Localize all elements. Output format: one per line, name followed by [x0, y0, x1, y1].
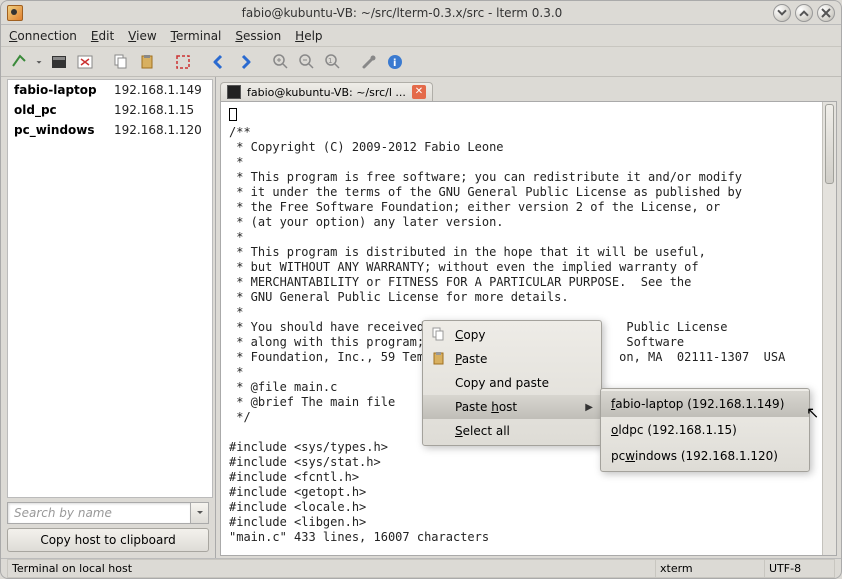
search-input[interactable]: Search by name — [7, 502, 191, 524]
tab-bar: fabio@kubuntu-VB: ~/src/l ... ✕ — [216, 77, 841, 101]
minimize-button[interactable] — [773, 4, 791, 22]
menu-help[interactable]: Help — [295, 29, 322, 43]
host-name: fabio-laptop — [14, 83, 114, 97]
zoom-out-button[interactable] — [295, 50, 319, 74]
paste-icon — [431, 351, 447, 367]
ctx-paste-host[interactable]: Paste host ▶ — [423, 395, 601, 419]
search-box[interactable]: Search by name — [7, 502, 209, 524]
tab-terminal[interactable]: fabio@kubuntu-VB: ~/src/l ... ✕ — [220, 82, 433, 101]
menu-connection[interactable]: Connection — [9, 29, 77, 43]
content-area: fabio@kubuntu-VB: ~/src/l ... ✕ /** * Co… — [216, 77, 841, 558]
host-row[interactable]: old_pc 192.168.1.15 — [8, 100, 212, 120]
sidebar: fabio-laptop 192.168.1.149 old_pc 192.16… — [1, 77, 216, 558]
menubar: Connection Edit View Terminal Session He… — [1, 25, 841, 47]
zoom-in-button[interactable] — [269, 50, 293, 74]
fullscreen-button[interactable] — [171, 50, 195, 74]
search-dropdown-icon[interactable] — [191, 502, 209, 524]
host-name: old_pc — [14, 103, 114, 117]
terminal-scrollbar[interactable] — [822, 102, 836, 555]
close-button[interactable] — [817, 4, 835, 22]
ctx-label: Select all — [455, 424, 593, 438]
copy-icon — [431, 327, 447, 343]
submenu-host-oldpc[interactable]: oldpc (192.168.1.15) — [601, 417, 809, 443]
status-terminal-type: xterm — [655, 559, 765, 578]
go-forward-button[interactable] — [233, 50, 257, 74]
host-ip: 192.168.1.120 — [114, 123, 202, 137]
status-encoding: UTF-8 — [765, 559, 835, 578]
ctx-label: Paste host — [455, 400, 577, 414]
context-menu[interactable]: Copy Paste Copy and paste Paste host ▶ S… — [422, 320, 602, 446]
paste-host-submenu[interactable]: fabio-laptop (192.168.1.149) oldpc (192.… — [600, 388, 810, 472]
host-ip: 192.168.1.15 — [114, 103, 194, 117]
terminal-icon — [227, 85, 241, 99]
maximize-button[interactable] — [795, 4, 813, 22]
copy-host-button[interactable]: Copy host to clipboard — [7, 528, 209, 552]
ctx-label: Paste — [455, 352, 593, 366]
submenu-host-fabio-laptop[interactable]: fabio-laptop (192.168.1.149) — [601, 391, 809, 417]
statusbar: Terminal on local host xterm UTF-8 — [1, 558, 841, 578]
svg-text:i: i — [393, 58, 396, 69]
host-name: pc_windows — [14, 123, 114, 137]
paste-button[interactable] — [135, 50, 159, 74]
zoom-reset-button[interactable]: 1 — [321, 50, 345, 74]
about-button[interactable]: i — [383, 50, 407, 74]
host-list[interactable]: fabio-laptop 192.168.1.149 old_pc 192.16… — [7, 79, 213, 498]
menu-view[interactable]: View — [128, 29, 156, 43]
menu-session[interactable]: Session — [235, 29, 281, 43]
connect-button[interactable] — [7, 50, 31, 74]
close-tab-button[interactable] — [73, 50, 97, 74]
ctx-copy-paste[interactable]: Copy and paste — [423, 371, 601, 395]
copy-button[interactable] — [109, 50, 133, 74]
preferences-button[interactable] — [357, 50, 381, 74]
titlebar[interactable]: fabio@kubuntu-VB: ~/src/lterm-0.3.x/src … — [1, 1, 841, 25]
tab-close-button[interactable]: ✕ — [412, 85, 426, 99]
ctx-label: Copy — [455, 328, 593, 342]
status-message: Terminal on local host — [7, 559, 655, 578]
terminal-button[interactable] — [47, 50, 71, 74]
menu-edit[interactable]: Edit — [91, 29, 114, 43]
app-window: fabio@kubuntu-VB: ~/src/lterm-0.3.x/src … — [0, 0, 842, 579]
toolbar: 1 i — [1, 47, 841, 77]
host-row[interactable]: pc_windows 192.168.1.120 — [8, 120, 212, 140]
host-row[interactable]: fabio-laptop 192.168.1.149 — [8, 80, 212, 100]
svg-text:1: 1 — [328, 57, 332, 65]
go-back-button[interactable] — [207, 50, 231, 74]
ctx-paste[interactable]: Paste — [423, 347, 601, 371]
submenu-host-pcwindows[interactable]: pcwindows (192.168.1.120) — [601, 443, 809, 469]
host-ip: 192.168.1.149 — [114, 83, 202, 97]
window-controls — [773, 4, 835, 22]
main-area: fabio-laptop 192.168.1.149 old_pc 192.16… — [1, 77, 841, 558]
scrollbar-thumb[interactable] — [825, 104, 834, 184]
ctx-copy[interactable]: Copy — [423, 323, 601, 347]
ctx-select-all[interactable]: Select all — [423, 419, 601, 443]
submenu-arrow-icon: ▶ — [585, 402, 593, 413]
tab-label: fabio@kubuntu-VB: ~/src/l ... — [247, 86, 406, 99]
app-icon — [7, 5, 23, 21]
menu-terminal[interactable]: Terminal — [171, 29, 222, 43]
connect-dropdown[interactable] — [33, 50, 45, 74]
ctx-label: Copy and paste — [455, 376, 593, 390]
window-title: fabio@kubuntu-VB: ~/src/lterm-0.3.x/src … — [31, 6, 773, 20]
